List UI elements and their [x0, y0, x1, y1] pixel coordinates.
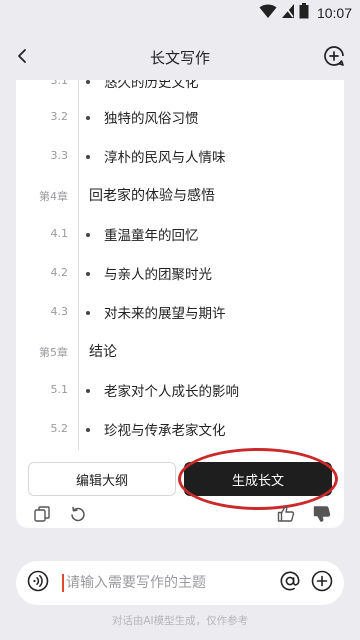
- outline-chapter: 第4章 回老家的体验与感悟: [16, 184, 344, 208]
- outline-text: 重温童年的回忆: [104, 228, 199, 244]
- battery-icon: [299, 3, 309, 23]
- voice-icon: [27, 570, 49, 596]
- mention-button[interactable]: [278, 571, 302, 595]
- edit-outline-button[interactable]: 编辑大纲: [28, 462, 176, 496]
- outline-number: 3.2: [50, 110, 69, 123]
- outline-text: 对未来的展望与期许: [104, 306, 226, 322]
- outline-card: 3.1 悠久的历史文化 3.2 独特的风俗习惯 3.3 淳朴的民风与人情味第4章 回老家的体…: [16, 80, 344, 528]
- outline-section: 4.2 与亲人的团聚时光: [16, 262, 344, 286]
- new-chat-button[interactable]: [320, 44, 348, 72]
- plus-circle-icon: [311, 570, 333, 596]
- app-header: 长文写作: [0, 38, 360, 78]
- outline-number: 第5章: [39, 346, 68, 359]
- outline-section: 3.3 淳朴的民风与人情味: [16, 145, 344, 169]
- outline-dot: [86, 80, 90, 84]
- outline-text: 老家对个人成长的影响: [104, 384, 239, 400]
- disclaimer-text: 对话由AI模型生成，仅作参考: [111, 615, 249, 627]
- voice-input-button[interactable]: [26, 570, 50, 596]
- text-caret: [62, 574, 64, 592]
- outline-dot: [86, 428, 90, 432]
- thumbs-down-icon[interactable]: [312, 504, 332, 524]
- copy-icon[interactable]: [32, 504, 52, 524]
- outline-dot: [86, 389, 90, 393]
- page-title: 长文写作: [149, 49, 210, 67]
- status-time: 10:07: [316, 5, 352, 21]
- outline-number: 4.3: [50, 305, 69, 318]
- outline-number: 4.1: [50, 227, 69, 240]
- outline-number: 4.2: [50, 266, 69, 279]
- signal-icon: [281, 3, 295, 23]
- wifi-icon: [259, 3, 277, 23]
- outline-text: 独特的风俗习惯: [104, 111, 199, 127]
- outline-text: 结论: [89, 344, 117, 360]
- outline-section: 5.2 珍视与传承老家文化: [16, 418, 344, 442]
- status-icons: 10:07: [259, 3, 352, 23]
- outline-list[interactable]: 3.1 悠久的历史文化 3.2 独特的风俗习惯 3.3 淳朴的民风与人情味第4章 回老家的体…: [16, 80, 344, 450]
- outline-number: 第4章: [39, 190, 68, 203]
- outline-section: 4.1 重温童年的回忆: [16, 223, 344, 247]
- outline-dot: [86, 116, 90, 120]
- outline-section: 3.1 悠久的历史文化: [16, 80, 344, 94]
- at-icon: [279, 570, 301, 596]
- outline-dot: [86, 272, 90, 276]
- outline-text: 悠久的历史文化: [104, 80, 199, 91]
- outline-dot: [86, 311, 90, 315]
- outline-section: 3.2 独特的风俗习惯: [16, 106, 344, 130]
- generate-article-button[interactable]: 生成长文: [184, 462, 332, 496]
- outline-section: 4.3 对未来的展望与期许: [16, 301, 344, 325]
- new-chat-icon: [323, 45, 345, 71]
- outline-text: 回老家的体验与感悟: [89, 188, 215, 204]
- outline-number: 3.3: [50, 149, 69, 162]
- thumbs-up-icon[interactable]: [276, 504, 296, 524]
- topic-input[interactable]: [66, 572, 266, 594]
- outline-number: 5.2: [50, 422, 69, 435]
- outline-number: 3.1: [50, 80, 69, 87]
- outline-text: 珍视与传承老家文化: [104, 423, 226, 439]
- button-row: 编辑大纲 生成长文: [28, 448, 338, 510]
- outline-section: 5.1 老家对个人成长的影响: [16, 379, 344, 403]
- outline-text: 淳朴的民风与人情味: [104, 150, 226, 166]
- outline-dot: [86, 155, 90, 159]
- status-bar: 10:07: [0, 0, 360, 28]
- outline-dot: [86, 233, 90, 237]
- input-bar: [16, 561, 344, 605]
- outline-number: 5.1: [50, 383, 69, 396]
- outline-text: 与亲人的团聚时光: [104, 267, 212, 283]
- regenerate-icon[interactable]: [68, 504, 88, 524]
- action-row: [28, 504, 332, 526]
- outline-chapter: 第5章 结论: [16, 340, 344, 364]
- add-button[interactable]: [310, 570, 334, 596]
